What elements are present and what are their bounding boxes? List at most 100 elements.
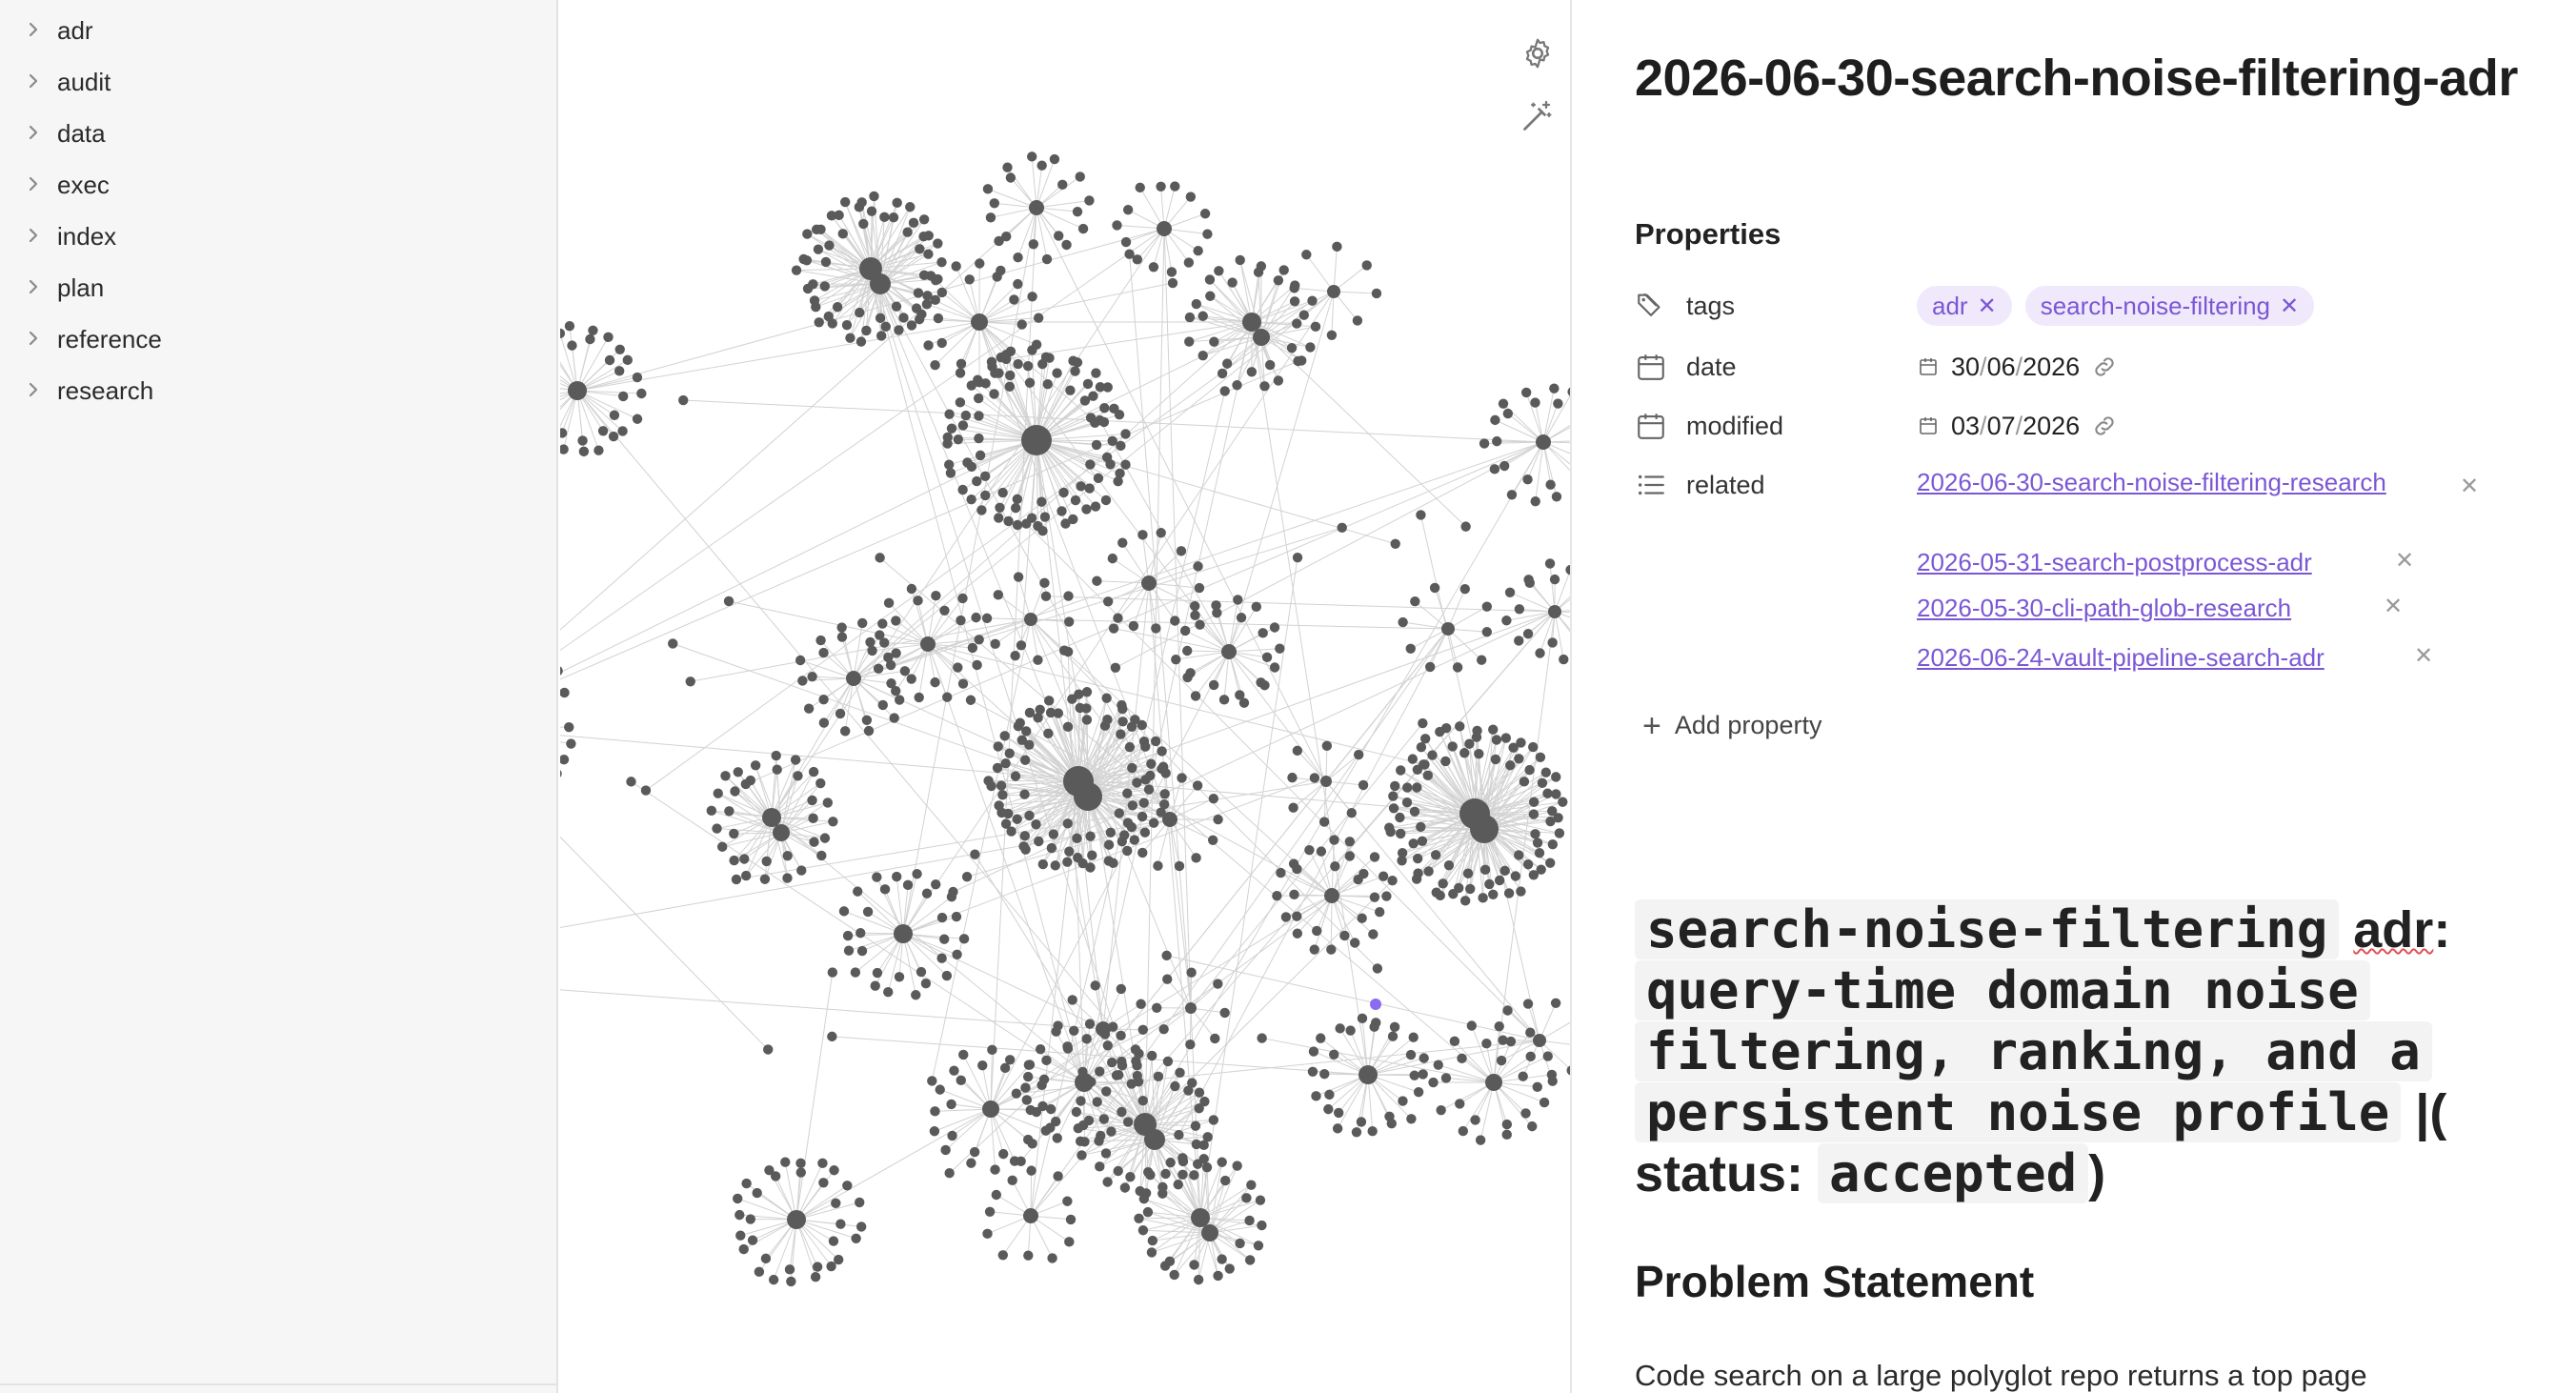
graph-node[interactable] (1323, 1103, 1334, 1115)
graph-node[interactable] (1416, 510, 1426, 520)
graph-node[interactable] (1166, 267, 1177, 277)
graph-node[interactable] (998, 1148, 1009, 1160)
graph-node[interactable] (1127, 762, 1137, 774)
graph-node[interactable] (1042, 379, 1053, 390)
graph-node[interactable] (987, 1044, 997, 1056)
graph-node[interactable] (1111, 1070, 1122, 1080)
graph-node[interactable] (1502, 408, 1514, 419)
graph-node[interactable] (1012, 814, 1022, 824)
graph-node[interactable] (979, 471, 991, 481)
graph-node[interactable] (1162, 1056, 1174, 1067)
graph-node[interactable] (1287, 772, 1298, 783)
graph-node[interactable] (1048, 829, 1059, 839)
graph-node[interactable] (819, 281, 831, 292)
graph-node[interactable] (568, 381, 587, 400)
graph-node[interactable] (622, 354, 633, 366)
graph-node[interactable] (1018, 841, 1029, 852)
graph-node[interactable] (818, 1178, 829, 1188)
graph-node[interactable] (1085, 459, 1096, 470)
graph-node[interactable] (945, 468, 956, 478)
graph-node[interactable] (1423, 866, 1434, 877)
graph-node[interactable] (976, 505, 987, 515)
graph-node[interactable] (560, 755, 570, 765)
graph-node[interactable] (828, 1236, 839, 1246)
graph-node[interactable] (1335, 1023, 1345, 1034)
graph-node[interactable] (1156, 181, 1166, 192)
graph-node[interactable] (1019, 789, 1030, 799)
graph-node[interactable] (1170, 616, 1180, 626)
graph-node[interactable] (875, 630, 885, 640)
graph-node[interactable] (875, 331, 887, 341)
graph-node[interactable] (1436, 1104, 1446, 1116)
graph-node[interactable] (1398, 616, 1408, 628)
related-link[interactable]: 2026-06-24-vault-pipeline-search-adr (1917, 640, 2324, 675)
graph-node[interactable] (1065, 385, 1076, 395)
graph-node[interactable] (1013, 278, 1023, 290)
graph-node[interactable] (1122, 788, 1133, 798)
graph-node[interactable] (880, 321, 891, 333)
graph-node[interactable] (1153, 860, 1163, 871)
graph-node[interactable] (918, 214, 930, 225)
graph-node[interactable] (1502, 1005, 1513, 1016)
graph-animate-button[interactable] (1515, 93, 1560, 139)
graph-node[interactable] (614, 344, 625, 354)
graph-node[interactable] (724, 806, 735, 817)
graph-node[interactable] (1213, 979, 1223, 989)
graph-node[interactable] (1050, 860, 1060, 871)
graph-node[interactable] (1174, 860, 1185, 872)
graph-node[interactable] (1127, 800, 1138, 811)
graph-node[interactable] (1514, 636, 1524, 646)
add-property-button[interactable]: + Add property (1642, 710, 1821, 742)
graph-node[interactable] (994, 800, 1004, 811)
graph-node[interactable] (1185, 1002, 1197, 1014)
graph-node[interactable] (1092, 1097, 1102, 1107)
graph-node[interactable] (1137, 1024, 1148, 1035)
graph-node[interactable] (973, 393, 984, 404)
graph-node[interactable] (1269, 662, 1280, 673)
graph-node[interactable] (1312, 925, 1322, 937)
graph-node[interactable] (1427, 750, 1438, 760)
graph-node[interactable] (636, 388, 647, 399)
graph-node[interactable] (1259, 680, 1270, 691)
graph-node[interactable] (1401, 782, 1413, 793)
graph-node[interactable] (1124, 249, 1135, 259)
graph-node[interactable] (604, 354, 615, 366)
graph-node[interactable] (846, 671, 861, 686)
graph-node[interactable] (891, 301, 902, 312)
graph-node[interactable] (1137, 847, 1148, 858)
graph-node[interactable] (1253, 1241, 1264, 1251)
graph-node[interactable] (866, 206, 877, 216)
graph-node[interactable] (1334, 1107, 1344, 1119)
graph-node[interactable] (856, 617, 868, 629)
graph-node[interactable] (614, 366, 625, 376)
graph-node[interactable] (1132, 777, 1142, 788)
graph-node[interactable] (1170, 181, 1180, 192)
graph-node[interactable] (1208, 679, 1219, 691)
graph-node[interactable] (1102, 714, 1113, 725)
graph-node[interactable] (994, 235, 1004, 247)
graph-node[interactable] (807, 671, 817, 682)
remove-tag-icon[interactable]: ✕ (1978, 293, 1997, 320)
graph-node[interactable] (1024, 707, 1036, 718)
graph-node[interactable] (1545, 479, 1556, 490)
graph-node[interactable] (1114, 409, 1125, 420)
graph-node[interactable] (991, 1189, 1002, 1201)
graph-node[interactable] (1387, 875, 1398, 886)
graph-node[interactable] (1525, 1027, 1536, 1038)
graph-node[interactable] (1137, 1225, 1149, 1236)
graph-node[interactable] (935, 1084, 945, 1095)
graph-node[interactable] (1396, 765, 1406, 776)
graph-node[interactable] (1553, 398, 1563, 409)
graph-node[interactable] (668, 638, 678, 649)
graph-node[interactable] (838, 906, 850, 917)
graph-node[interactable] (1024, 1060, 1036, 1070)
graph-node[interactable] (1422, 770, 1434, 781)
graph-node[interactable] (1398, 1096, 1408, 1106)
graph-node[interactable] (1182, 672, 1193, 683)
graph-node[interactable] (733, 1193, 743, 1204)
graph-node[interactable] (905, 202, 916, 212)
graph-node[interactable] (1488, 889, 1499, 899)
graph-node[interactable] (983, 776, 994, 786)
graph-node[interactable] (1013, 252, 1023, 263)
graph-node[interactable] (811, 224, 822, 235)
